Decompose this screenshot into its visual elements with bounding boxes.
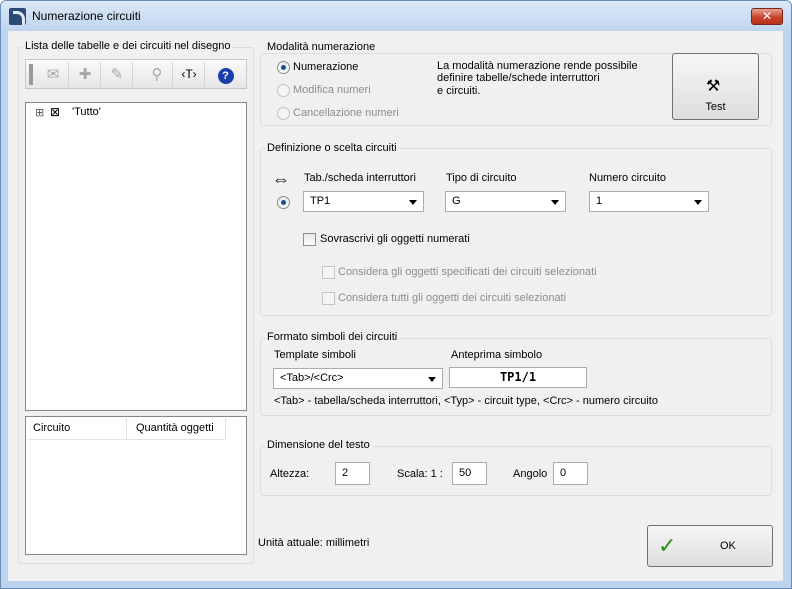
overwrite-label[interactable]: Sovrascrivi gli oggetti numerati bbox=[320, 233, 470, 245]
angle-label: Angolo bbox=[513, 468, 548, 480]
edit-circuit-icon: ✎ bbox=[110, 66, 124, 83]
find-circuit-button[interactable]: ⚲ bbox=[142, 62, 173, 87]
test-button-label: Test bbox=[705, 101, 726, 113]
chevron-down-icon bbox=[409, 200, 417, 205]
envelope-icon: ⊠ bbox=[50, 105, 61, 119]
overwrite-checkbox[interactable] bbox=[303, 233, 316, 246]
text-icon: ‹T› bbox=[181, 67, 197, 81]
left-group-title: Lista delle tabelle e dei circuiti nel d… bbox=[23, 40, 233, 52]
radio-numerazione-label[interactable]: Numerazione bbox=[293, 61, 358, 73]
delete-circuit-button[interactable]: ✉ bbox=[38, 62, 69, 87]
toolbar: ✉ ✚ ✎ ⚲ ‹T› ? bbox=[25, 59, 247, 89]
toolbar-grip-icon[interactable] bbox=[29, 64, 33, 85]
type-combo[interactable]: G bbox=[445, 191, 566, 212]
add-circuit-icon: ✚ bbox=[78, 66, 92, 83]
consider-all-checkbox[interactable] bbox=[322, 292, 335, 305]
add-circuit-button[interactable]: ✚ bbox=[70, 62, 101, 87]
preview-label: Anteprima simbolo bbox=[451, 349, 543, 361]
help-button[interactable]: ? bbox=[210, 62, 241, 87]
mode-description-line-1: La modalità numerazione rende possibile bbox=[437, 60, 638, 72]
consider-selected-checkbox[interactable] bbox=[322, 266, 335, 279]
radio-modifica[interactable] bbox=[277, 84, 290, 97]
radio-cancellazione-label[interactable]: Cancellazione numeri bbox=[293, 107, 399, 119]
tab-label: Tab./scheda interruttori bbox=[304, 172, 416, 184]
chevron-down-icon bbox=[428, 377, 436, 382]
double-arrow-icon: ⇔ bbox=[272, 169, 290, 189]
radio-cancellazione[interactable] bbox=[277, 107, 290, 120]
chevron-down-icon bbox=[694, 200, 702, 205]
number-combo-value: 1 bbox=[596, 195, 603, 207]
template-combo-value: <Tab>/<Crc> bbox=[280, 372, 344, 384]
consider-all-label[interactable]: Considera tutti gli oggetti dei circuiti… bbox=[338, 292, 566, 304]
scale-input[interactable]: 50 bbox=[452, 462, 487, 485]
radio-numerazione[interactable] bbox=[277, 61, 290, 74]
format-legend: <Tab> - tabella/scheda interruttori, <Ty… bbox=[274, 395, 658, 407]
type-combo-value: G bbox=[452, 195, 461, 207]
number-label: Numero circuito bbox=[589, 172, 667, 184]
tab-combo-value: TP1 bbox=[310, 195, 331, 207]
edit-circuit-button[interactable]: ✎ bbox=[102, 62, 133, 87]
text-button[interactable]: ‹T› bbox=[174, 62, 205, 87]
expand-icon[interactable]: ⊞ bbox=[35, 106, 44, 119]
type-label: Tipo di circuito bbox=[446, 172, 517, 184]
definition-group-title: Definizione o scelta circuiti bbox=[265, 142, 399, 154]
tree-node-all[interactable]: 'Tutto' bbox=[72, 106, 101, 118]
chevron-down-icon bbox=[551, 200, 559, 205]
ok-button[interactable]: ✓ OK bbox=[647, 525, 773, 567]
number-combo[interactable]: 1 bbox=[589, 191, 709, 212]
angle-input[interactable]: 0 bbox=[553, 462, 588, 485]
tools-icon: ⚒ bbox=[706, 78, 721, 95]
consider-selected-label[interactable]: Considera gli oggetti specificati dei ci… bbox=[338, 266, 597, 278]
help-icon: ? bbox=[217, 68, 234, 84]
mode-description-line-2: definire tabelle/schede interruttori bbox=[437, 72, 600, 84]
radio-table-select[interactable] bbox=[277, 196, 290, 209]
column-header-circuit[interactable]: Circuito bbox=[27, 418, 127, 440]
delete-circuit-icon: ✉ bbox=[46, 66, 60, 83]
format-group-title: Formato simboli dei circuiti bbox=[265, 331, 400, 343]
radio-modifica-label[interactable]: Modifica numeri bbox=[293, 84, 371, 96]
template-label: Template simboli bbox=[274, 349, 356, 361]
app-icon bbox=[9, 8, 26, 25]
template-combo[interactable]: <Tab>/<Crc> bbox=[273, 368, 443, 389]
window-title: Numerazione circuiti bbox=[32, 9, 141, 23]
find-circuit-icon: ⚲ bbox=[151, 66, 163, 83]
units-label: Unità attuale: millimetri bbox=[258, 537, 370, 549]
height-input[interactable]: 2 bbox=[335, 462, 370, 485]
ok-button-label: OK bbox=[720, 540, 736, 552]
tab-combo[interactable]: TP1 bbox=[303, 191, 424, 212]
mode-group-title: Modalità numerazione bbox=[265, 41, 378, 53]
close-button[interactable]: ✕ bbox=[751, 8, 783, 25]
height-label: Altezza: bbox=[270, 468, 310, 480]
text-size-group-title: Dimensione del testo bbox=[265, 439, 372, 451]
test-button[interactable]: ⚒ Test bbox=[672, 53, 759, 120]
title-bar[interactable]: Numerazione circuiti ✕ bbox=[1, 1, 791, 31]
checkmark-icon: ✓ bbox=[658, 533, 677, 558]
column-header-quantity[interactable]: Quantità oggetti bbox=[127, 418, 226, 440]
preview-field: TP1/1 bbox=[449, 367, 587, 388]
mode-description-line-3: e circuiti. bbox=[437, 85, 481, 97]
scale-label: Scala: 1 : bbox=[397, 468, 443, 480]
circuit-tree[interactable]: ⊞ ⊠ 'Tutto' bbox=[25, 102, 247, 411]
